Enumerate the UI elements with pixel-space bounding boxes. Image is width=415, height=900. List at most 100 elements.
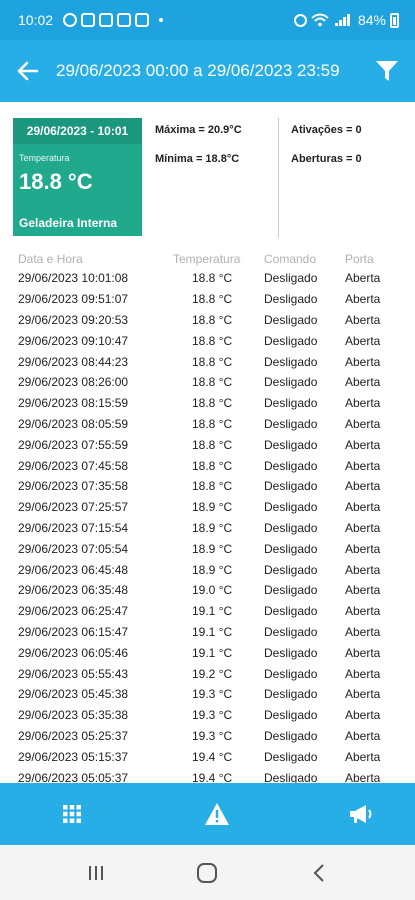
row-command: Desligado (264, 749, 318, 764)
megaphone-icon[interactable] (347, 800, 375, 828)
table-row: 29/06/2023 05:25:37 19.3 °C Desligado Abert… (0, 726, 415, 747)
row-datetime: 29/06/2023 07:05:54 (18, 541, 129, 556)
openings-count: Aberturas = 0 (291, 153, 362, 165)
row-datetime: 29/06/2023 08:05:59 (18, 416, 129, 431)
table-row: 29/06/2023 08:26:00 18.8 °C Desligado Abert… (0, 372, 415, 393)
table-row: 29/06/2023 05:15:37 19.4 °C Desligado Abert… (0, 746, 415, 767)
row-command: Desligado (264, 271, 318, 286)
row-temperature: 19.4 °C (192, 770, 233, 783)
row-temperature: 18.8 °C (192, 292, 233, 307)
back-icon[interactable] (299, 858, 339, 888)
table-row: 29/06/2023 05:55:43 19.2 °C Desligado Abert… (0, 663, 415, 684)
row-door: Aberta (345, 416, 381, 431)
row-temperature: 18.8 °C (192, 458, 233, 473)
table-row: 29/06/2023 09:10:47 18.8 °C Desligado Abert… (0, 330, 415, 351)
row-datetime: 29/06/2023 09:51:07 (18, 292, 129, 307)
row-temperature: 19.3 °C (192, 687, 233, 702)
row-temperature: 19.4 °C (192, 749, 233, 764)
card-label: Temperatura (19, 153, 70, 163)
header-date: Data e Hora (18, 252, 83, 266)
row-datetime: 29/06/2023 10:01:08 (18, 271, 129, 286)
activations-count: Ativações = 0 (291, 124, 362, 136)
instagram-icon (117, 13, 132, 27)
row-door: Aberta (345, 396, 381, 411)
row-door: Aberta (345, 500, 381, 515)
row-temperature: 18.8 °C (192, 271, 233, 286)
home-icon[interactable] (187, 858, 227, 888)
row-datetime: 29/06/2023 07:45:58 (18, 458, 129, 473)
row-datetime: 29/06/2023 08:44:23 (18, 354, 129, 369)
row-temperature: 18.8 °C (192, 396, 233, 411)
row-datetime: 29/06/2023 05:05:37 (18, 770, 129, 783)
row-temperature: 19.0 °C (192, 583, 233, 598)
row-command: Desligado (264, 541, 318, 556)
system-nav-bar (0, 845, 415, 900)
row-door: Aberta (345, 271, 381, 286)
row-command: Desligado (264, 312, 318, 327)
row-command: Desligado (264, 520, 318, 535)
alarm-icon (293, 13, 307, 27)
table-row: 29/06/2023 06:35:48 19.0 °C Desligado Abert… (0, 580, 415, 601)
row-command: Desligado (264, 354, 318, 369)
signal-icon (334, 14, 350, 26)
table-row: 29/06/2023 07:35:58 18.8 °C Desligado Abert… (0, 476, 415, 497)
row-command: Desligado (264, 479, 318, 494)
card-date: 29/06/2023 - 10:01 (13, 118, 142, 144)
row-datetime: 29/06/2023 05:55:43 (18, 666, 129, 681)
battery-level: 84% (357, 12, 386, 28)
row-door: Aberta (345, 645, 381, 660)
row-temperature: 18.9 °C (192, 562, 233, 577)
alert-icon[interactable] (203, 800, 231, 828)
row-datetime: 29/06/2023 07:55:59 (18, 437, 129, 452)
row-datetime: 29/06/2023 05:35:38 (18, 708, 129, 723)
table-row: 29/06/2023 07:55:59 18.8 °C Desligado Abert… (0, 434, 415, 455)
row-temperature: 19.1 °C (192, 604, 233, 619)
table-row: 29/06/2023 09:51:07 18.8 °C Desligado Abert… (0, 289, 415, 310)
row-datetime: 29/06/2023 06:05:46 (18, 645, 129, 660)
row-temperature: 18.8 °C (192, 375, 233, 390)
table-row: 29/06/2023 06:45:48 18.9 °C Desligado Abert… (0, 559, 415, 580)
row-temperature: 19.2 °C (192, 666, 233, 681)
row-door: Aberta (345, 437, 381, 452)
battery-icon (390, 12, 399, 28)
row-command: Desligado (264, 687, 318, 702)
card-sensor-name: Geladeira Interna (19, 216, 118, 230)
gmail-icon (99, 13, 114, 27)
filter-icon[interactable] (359, 40, 415, 102)
row-door: Aberta (345, 333, 381, 348)
sensor-card[interactable]: 29/06/2023 - 10:01 Temperatura 18.8 °C G… (13, 118, 142, 236)
row-command: Desligado (264, 604, 318, 619)
table-row: 29/06/2023 05:35:38 19.3 °C Desligado Abert… (0, 705, 415, 726)
row-temperature: 19.3 °C (192, 728, 233, 743)
header-command: Comando (264, 252, 317, 266)
table-row: 29/06/2023 10:01:08 18.8 °C Desligado Abert… (0, 268, 415, 289)
app-bar: 29/06/2023 00:00 a 29/06/2023 23:59 (0, 40, 415, 102)
grid-icon[interactable] (58, 800, 86, 828)
row-door: Aberta (345, 292, 381, 307)
row-door: Aberta (345, 541, 381, 556)
row-datetime: 29/06/2023 08:15:59 (18, 396, 129, 411)
instagram-icon (81, 13, 96, 27)
row-datetime: 29/06/2023 05:45:38 (18, 687, 129, 702)
table-row: 29/06/2023 06:15:47 19.1 °C Desligado Abert… (0, 622, 415, 643)
table-row: 29/06/2023 08:05:59 18.8 °C Desligado Abert… (0, 414, 415, 435)
row-command: Desligado (264, 333, 318, 348)
table-row: 29/06/2023 07:05:54 18.9 °C Desligado Abert… (0, 538, 415, 559)
row-command: Desligado (264, 437, 318, 452)
row-temperature: 18.8 °C (192, 333, 233, 348)
back-arrow-icon[interactable] (0, 40, 56, 102)
row-command: Desligado (264, 624, 318, 639)
divider (278, 118, 279, 238)
row-datetime: 29/06/2023 05:25:37 (18, 728, 129, 743)
table-header: Data e Hora Temperatura Comando Porta (0, 250, 415, 268)
status-bar: 10:02 84% (0, 0, 415, 40)
row-temperature: 18.9 °C (192, 541, 233, 556)
row-door: Aberta (345, 458, 381, 473)
readings-table[interactable]: Data e Hora Temperatura Comando Porta 29… (0, 250, 415, 783)
table-row: 29/06/2023 06:25:47 19.1 °C Desligado Abert… (0, 601, 415, 622)
row-command: Desligado (264, 583, 318, 598)
row-door: Aberta (345, 770, 381, 783)
row-datetime: 29/06/2023 06:45:48 (18, 562, 129, 577)
row-datetime: 29/06/2023 07:15:54 (18, 520, 129, 535)
recent-apps-icon[interactable] (76, 858, 116, 888)
